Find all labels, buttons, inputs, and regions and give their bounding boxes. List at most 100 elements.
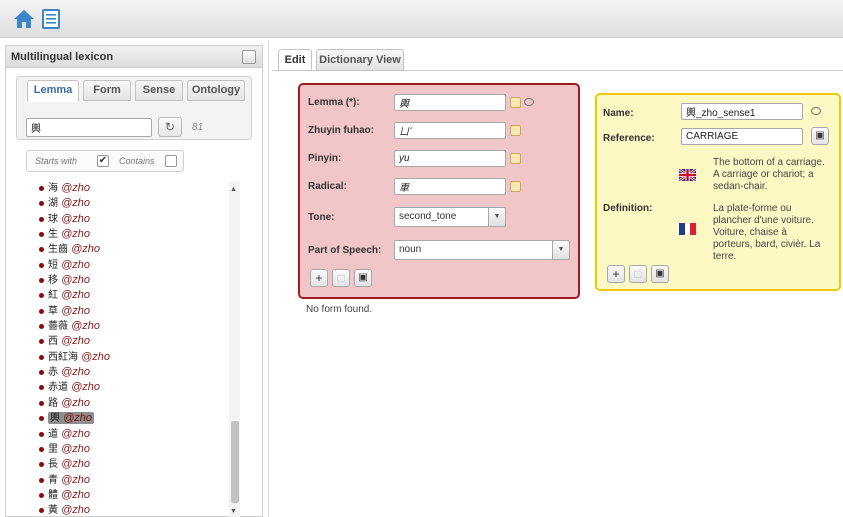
zhuyin-field[interactable]: [394, 122, 506, 139]
lemma-list-item[interactable]: 赤 @zho: [38, 365, 218, 380]
lemma-entry[interactable]: 紅 @zho: [48, 289, 90, 301]
sense-panel: Name: Reference: ▣ The bottom of a carri…: [595, 93, 841, 291]
home-icon[interactable]: [13, 8, 35, 30]
keyboard-icon[interactable]: [510, 97, 521, 108]
keyboard-icon[interactable]: [510, 125, 521, 136]
lemma-entry[interactable]: 草 @zho: [48, 305, 90, 317]
scroll-thumb[interactable]: [231, 421, 239, 503]
tab-edit[interactable]: Edit: [278, 49, 312, 71]
lemma-list-item[interactable]: 短 @zho: [38, 258, 218, 273]
lemma-list-item[interactable]: 薔薇 @zho: [38, 319, 218, 334]
lemma-entry[interactable]: 西 @zho: [48, 335, 90, 347]
list-icon[interactable]: [40, 8, 62, 30]
lemma-list-item[interactable]: 海 @zho: [38, 181, 218, 196]
lemma-field[interactable]: [394, 94, 506, 111]
tab-lemma[interactable]: Lemma: [27, 80, 79, 102]
pinyin-field[interactable]: [394, 150, 506, 167]
lemma-list-item[interactable]: 赤道 @zho: [38, 380, 218, 395]
lemma-search-input[interactable]: [26, 118, 152, 137]
lemma-list-item[interactable]: 體 @zho: [38, 488, 218, 503]
lemma-entry[interactable]: 移 @zho: [48, 274, 90, 286]
keyboard-icon[interactable]: [510, 181, 521, 192]
lemma-list-item[interactable]: 輿 @zho: [38, 411, 218, 426]
tab-form[interactable]: Form: [83, 80, 131, 101]
comment-icon[interactable]: [524, 98, 534, 106]
lemma-list-item[interactable]: 球 @zho: [38, 212, 218, 227]
lemma-entry[interactable]: 青 @zho: [48, 474, 90, 486]
tab-sense[interactable]: Sense: [135, 80, 183, 101]
lemma-list-item[interactable]: 西紅海 @zho: [38, 350, 218, 365]
reference-field[interactable]: [681, 128, 803, 145]
lemma-entry[interactable]: 體 @zho: [48, 489, 90, 501]
scroll-down-icon[interactable]: ▼: [230, 508, 237, 515]
lemma-entry[interactable]: 球 @zho: [48, 213, 90, 225]
bullet-icon: [39, 431, 44, 437]
delete-sense-button[interactable]: ▣: [651, 265, 669, 283]
refresh-button[interactable]: ↻: [158, 117, 182, 137]
bullet-icon: [39, 247, 44, 253]
lemma-word: 西紅海: [48, 351, 78, 363]
lemma-list-item[interactable]: 紅 @zho: [38, 288, 218, 303]
bullet-icon: [39, 400, 44, 406]
sense-name-field[interactable]: [681, 103, 803, 120]
bullet-icon: [39, 370, 44, 376]
lemma-list-item[interactable]: 生齒 @zho: [38, 242, 218, 257]
gear-icon[interactable]: [242, 50, 256, 64]
lemma-entry[interactable]: 湖 @zho: [48, 197, 90, 209]
save-sense-button[interactable]: □: [629, 265, 647, 283]
lemma-list-item[interactable]: 長 @zho: [38, 457, 218, 472]
scroll-up-icon[interactable]: ▲: [230, 186, 237, 193]
lemma-entry[interactable]: 海 @zho: [48, 182, 90, 194]
lemma-entry[interactable]: 薔薇 @zho: [48, 320, 100, 332]
lemma-entry[interactable]: 生齒 @zho: [48, 243, 100, 255]
contains-label: Contains: [119, 156, 155, 166]
part-of-speech-label: Part of Speech:: [308, 245, 382, 256]
tone-select[interactable]: second_tone ▼: [394, 207, 506, 227]
tab-ontology[interactable]: Ontology: [187, 80, 245, 101]
chevron-down-icon[interactable]: ▼: [552, 240, 570, 260]
chevron-down-icon[interactable]: ▼: [488, 207, 506, 227]
lemma-language: @zho: [81, 350, 110, 363]
comment-icon[interactable]: [811, 107, 821, 115]
lemma-list-item[interactable]: 黃 @zho: [38, 503, 218, 517]
lemma-entry[interactable]: 路 @zho: [48, 397, 90, 409]
lemma-list-scrollbar[interactable]: ▲ ▼: [229, 181, 240, 517]
lemma-entry[interactable]: 里 @zho: [48, 443, 90, 455]
delete-button[interactable]: ▣: [354, 269, 372, 287]
lemma-entry[interactable]: 生 @zho: [48, 228, 90, 240]
keyboard-icon[interactable]: [510, 153, 521, 164]
lemma-list-item[interactable]: 道 @zho: [38, 427, 218, 442]
starts-with-checkbox[interactable]: ✔: [97, 155, 109, 167]
lemma-entry[interactable]: 輿 @zho: [48, 412, 94, 425]
lemma-entry[interactable]: 短 @zho: [48, 259, 90, 271]
lemma-entry[interactable]: 西紅海 @zho: [48, 351, 110, 363]
delete-reference-button[interactable]: ▣: [811, 127, 829, 145]
lemma-list-item[interactable]: 草 @zho: [38, 304, 218, 319]
radical-field[interactable]: [394, 178, 506, 195]
lemma-word: 海: [48, 183, 58, 194]
lemma-language: @zho: [61, 304, 90, 317]
lemma-list-item[interactable]: 西 @zho: [38, 334, 218, 349]
save-button[interactable]: □: [332, 269, 350, 287]
lemma-list-item[interactable]: 湖 @zho: [38, 196, 218, 211]
lemma-entry[interactable]: 黃 @zho: [48, 504, 90, 516]
lemma-list-item[interactable]: 青 @zho: [38, 473, 218, 488]
add-sense-button[interactable]: +: [607, 265, 625, 283]
lemma-list-item[interactable]: 移 @zho: [38, 273, 218, 288]
bullet-icon: [39, 385, 44, 391]
lemma-list-item[interactable]: 路 @zho: [38, 396, 218, 411]
lemma-entry[interactable]: 赤 @zho: [48, 366, 90, 378]
lemma-entry[interactable]: 長 @zho: [48, 458, 90, 470]
lemma-language: @zho: [61, 289, 90, 302]
lemma-entry[interactable]: 赤道 @zho: [48, 381, 100, 393]
contains-checkbox[interactable]: [165, 155, 177, 167]
top-toolbar: [0, 0, 843, 38]
add-button[interactable]: +: [310, 269, 328, 287]
lemma-word: 輿: [50, 413, 60, 425]
part-of-speech-select[interactable]: noun ▼: [394, 240, 570, 260]
lemma-list-item[interactable]: 里 @zho: [38, 442, 218, 457]
lemma-word: 赤道: [48, 382, 68, 394]
lemma-entry[interactable]: 道 @zho: [48, 428, 90, 440]
lemma-list-item[interactable]: 生 @zho: [38, 227, 218, 242]
tab-dictionary-view[interactable]: Dictionary View: [316, 49, 404, 71]
